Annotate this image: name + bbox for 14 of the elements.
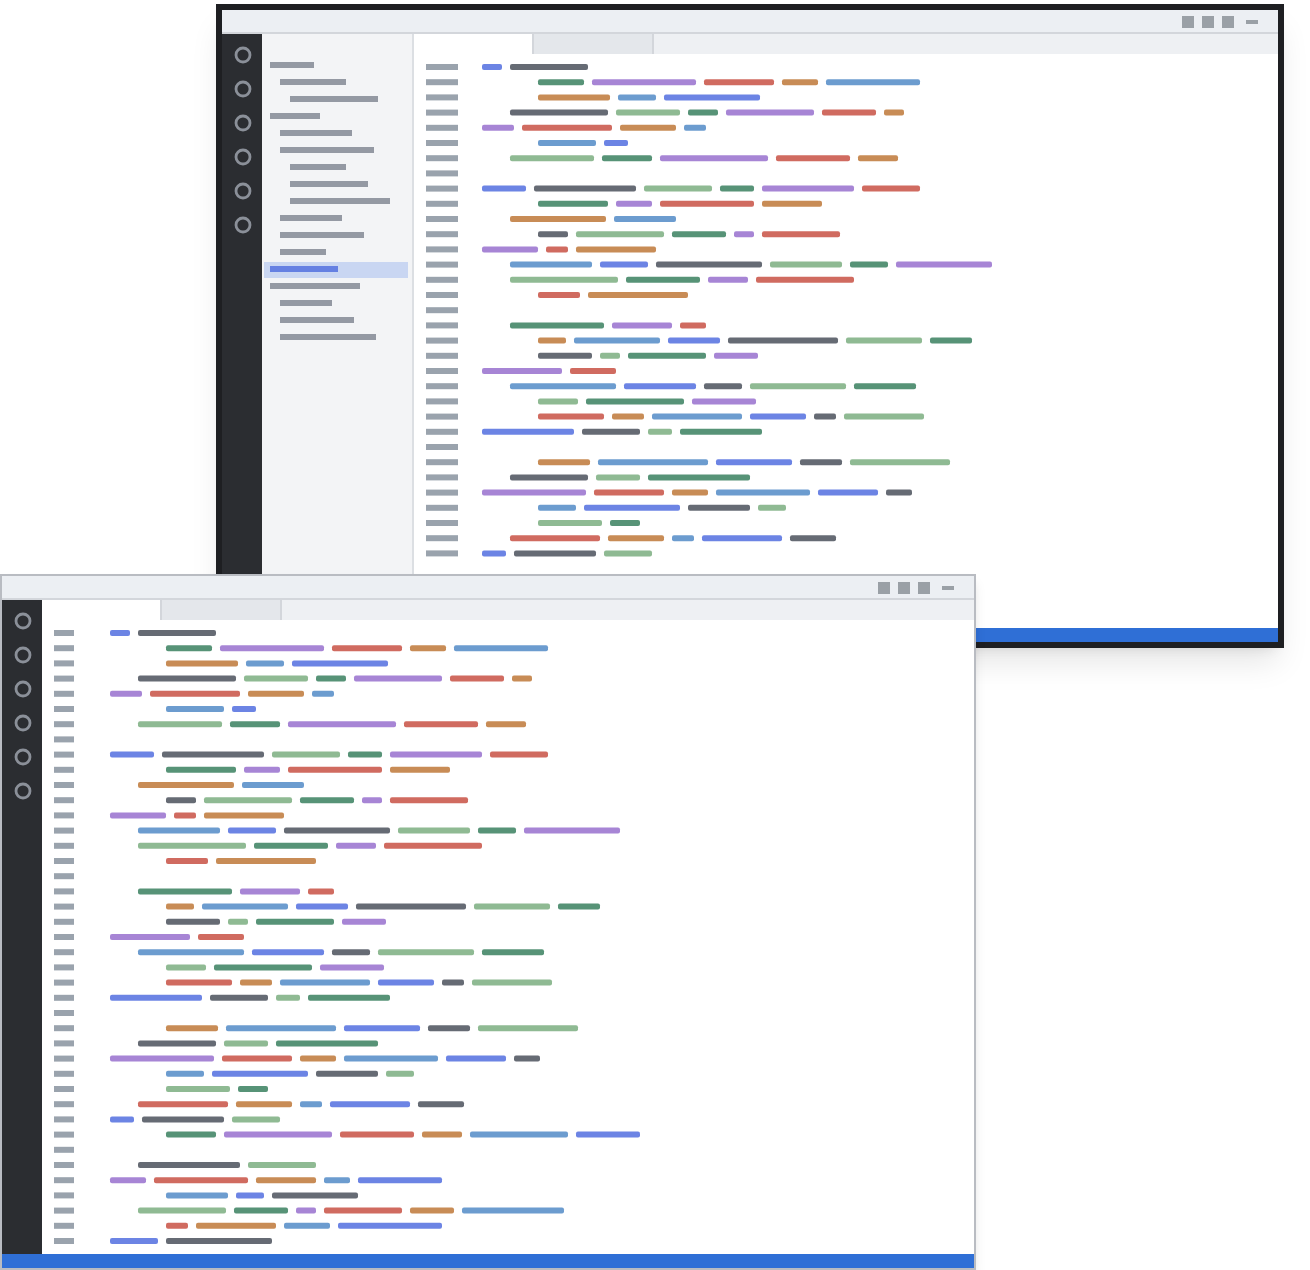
activity-bar-icon[interactable] bbox=[13, 680, 31, 698]
activity-bar-icon[interactable] bbox=[233, 182, 251, 200]
window-controls-icon bbox=[878, 581, 958, 593]
window-controls-icon bbox=[1182, 15, 1262, 27]
activity-bar-icon[interactable] bbox=[233, 46, 251, 64]
activity-bar-icon[interactable] bbox=[13, 612, 31, 630]
activity-bar-icon[interactable] bbox=[13, 748, 31, 766]
activity-bar-icon[interactable] bbox=[13, 646, 31, 664]
activity-bar-icon[interactable] bbox=[233, 114, 251, 132]
activity-bar-icon[interactable] bbox=[233, 148, 251, 166]
activity-bar-icon[interactable] bbox=[233, 80, 251, 98]
activity-bar-icon[interactable] bbox=[233, 216, 251, 234]
activity-bar-icon[interactable] bbox=[13, 714, 31, 732]
activity-bar-icon[interactable] bbox=[13, 782, 31, 800]
